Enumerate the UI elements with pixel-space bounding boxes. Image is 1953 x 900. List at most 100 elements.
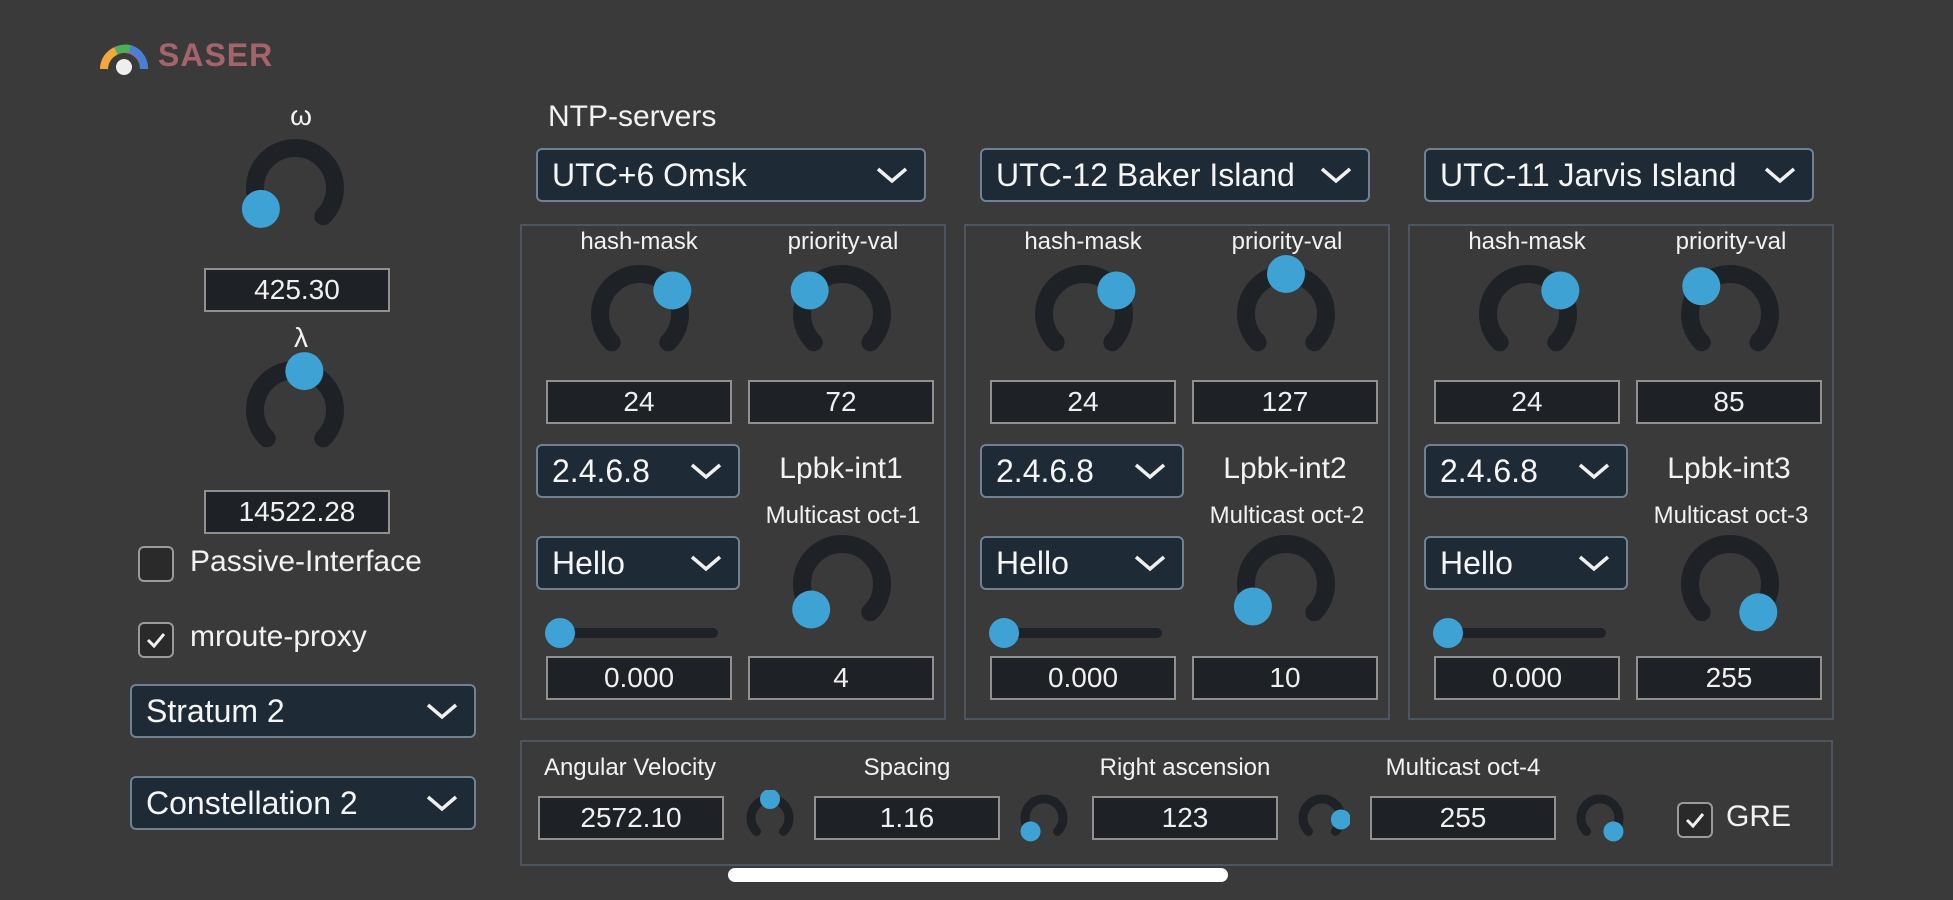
server-1-priority-knob[interactable] xyxy=(782,254,902,374)
server-3-zone-selected: UTC-11 Jarvis Island xyxy=(1440,156,1737,193)
chevron-down-icon xyxy=(1134,555,1166,572)
omega-knob[interactable] xyxy=(235,128,355,248)
server-3-slider-thumb[interactable] xyxy=(1433,618,1463,648)
server-2-multicast-field[interactable]: 10 xyxy=(1192,656,1378,700)
stratum-selected: Stratum 2 xyxy=(146,692,285,729)
server-3-priority-label: priority-val xyxy=(1675,228,1787,255)
knob-thumb[interactable] xyxy=(285,352,324,391)
knob-thumb[interactable] xyxy=(1330,809,1350,830)
chevron-down-icon xyxy=(1764,167,1796,184)
server-1-hello-dropdown[interactable]: Hello xyxy=(536,536,740,590)
knob-thumb[interactable] xyxy=(241,189,280,228)
server-1-zone-dropdown[interactable]: UTC+6 Omsk xyxy=(536,148,926,202)
server-2-slider-field[interactable]: 0.000 xyxy=(990,656,1176,700)
chevron-down-icon xyxy=(426,703,458,720)
angular-velocity-label: Angular Velocity xyxy=(543,754,717,781)
app-logo: SASER xyxy=(96,30,273,80)
server-1-slider-thumb[interactable] xyxy=(545,618,575,648)
chevron-down-icon xyxy=(1134,463,1166,480)
multicast-oct4-knob[interactable] xyxy=(1572,790,1628,846)
lambda-value-field[interactable]: 14522.28 xyxy=(204,490,390,534)
spacing-field[interactable]: 1.16 xyxy=(814,796,1000,840)
knob-thumb[interactable] xyxy=(792,590,831,629)
mroute-proxy-label: mroute-proxy xyxy=(190,620,367,653)
server-3-ip-dropdown[interactable]: 2.4.6.8 xyxy=(1424,444,1628,498)
mroute-proxy-checkbox[interactable] xyxy=(138,622,174,658)
passive-interface-checkbox[interactable] xyxy=(138,546,174,582)
server-3-slider-track[interactable] xyxy=(1448,628,1606,638)
server-3-slider-field[interactable]: 0.000 xyxy=(1434,656,1620,700)
server-3-hash-knob[interactable] xyxy=(1468,254,1588,374)
server-1-hash-knob[interactable] xyxy=(580,254,700,374)
knob-thumb[interactable] xyxy=(1267,255,1305,293)
server-2-ip-dropdown[interactable]: 2.4.6.8 xyxy=(980,444,1184,498)
server-3-hello-dropdown[interactable]: Hello xyxy=(1424,536,1628,590)
server-3-priority-field[interactable]: 85 xyxy=(1636,380,1822,424)
horizontal-scrollbar[interactable] xyxy=(728,868,1228,882)
server-3-ip-selected: 2.4.6.8 xyxy=(1440,452,1538,489)
server-1-multicast-knob[interactable] xyxy=(782,524,902,644)
server-2-hash-knob[interactable] xyxy=(1024,254,1144,374)
server-2-slider-thumb[interactable] xyxy=(989,618,1019,648)
server-2-zone-selected: UTC-12 Baker Island xyxy=(996,156,1295,193)
knob-thumb[interactable] xyxy=(1541,271,1580,310)
server-3-zone-dropdown[interactable]: UTC-11 Jarvis Island xyxy=(1424,148,1814,202)
spacing-label: Spacing xyxy=(863,754,951,781)
knob-thumb[interactable] xyxy=(1739,593,1778,632)
server-1-ip-selected: 2.4.6.8 xyxy=(552,452,650,489)
knob-thumb[interactable] xyxy=(1603,821,1624,842)
lambda-knob[interactable] xyxy=(235,350,355,470)
server-1-slider-track[interactable] xyxy=(560,628,718,638)
ntp-servers-title: NTP-servers xyxy=(548,100,717,133)
right-ascension-knob[interactable] xyxy=(1294,790,1350,846)
server-1-hash-field[interactable]: 24 xyxy=(546,380,732,424)
multicast-oct4-label: Multicast oct-4 xyxy=(1385,754,1541,781)
server-3-priority-knob[interactable] xyxy=(1670,254,1790,374)
knob-thumb[interactable] xyxy=(653,271,692,310)
server-2-priority-knob[interactable] xyxy=(1226,254,1346,374)
server-2-priority-label: priority-val xyxy=(1231,228,1343,255)
server-3-multicast-field[interactable]: 255 xyxy=(1636,656,1822,700)
gre-checkbox[interactable] xyxy=(1677,802,1713,838)
constellation-dropdown[interactable]: Constellation 2 xyxy=(130,776,476,830)
knob-thumb[interactable] xyxy=(1233,587,1272,626)
angular-velocity-knob[interactable] xyxy=(742,790,798,846)
knob-thumb[interactable] xyxy=(1097,271,1136,310)
server-3-multicast-knob[interactable] xyxy=(1670,524,1790,644)
knob-thumb[interactable] xyxy=(760,790,780,809)
knob-thumb[interactable] xyxy=(790,271,829,310)
omega-value-field[interactable]: 425.30 xyxy=(204,268,390,312)
server-1-hello-selected: Hello xyxy=(552,544,625,581)
server-2-hash-field[interactable]: 24 xyxy=(990,380,1176,424)
server-2-multicast-knob[interactable] xyxy=(1226,524,1346,644)
angular-velocity-field[interactable]: 2572.10 xyxy=(538,796,724,840)
server-3-hash-label: hash-mask xyxy=(1468,228,1586,255)
logo-text: SASER xyxy=(158,36,274,73)
spacing-knob[interactable] xyxy=(1016,790,1072,846)
server-1-slider-field[interactable]: 0.000 xyxy=(546,656,732,700)
server-2-zone-dropdown[interactable]: UTC-12 Baker Island xyxy=(980,148,1370,202)
server-2-priority-field[interactable]: 127 xyxy=(1192,380,1378,424)
server-1-ip-dropdown[interactable]: 2.4.6.8 xyxy=(536,444,740,498)
chevron-down-icon xyxy=(876,167,908,184)
knob-thumb[interactable] xyxy=(1682,267,1721,306)
server-3-hash-field[interactable]: 24 xyxy=(1434,380,1620,424)
server-1-priority-label: priority-val xyxy=(787,228,899,255)
right-ascension-field[interactable]: 123 xyxy=(1092,796,1278,840)
server-1-priority-field[interactable]: 72 xyxy=(748,380,934,424)
chevron-down-icon xyxy=(690,463,722,480)
stratum-dropdown[interactable]: Stratum 2 xyxy=(130,684,476,738)
server-2-lpbk-label: Lpbk-int2 xyxy=(1223,452,1347,485)
server-2-hello-dropdown[interactable]: Hello xyxy=(980,536,1184,590)
checkmark-icon xyxy=(146,633,166,649)
server-1-multicast-field[interactable]: 4 xyxy=(748,656,934,700)
server-2-slider-track[interactable] xyxy=(1004,628,1162,638)
server-2-hash-label: hash-mask xyxy=(1024,228,1142,255)
server-3-lpbk-label: Lpbk-int3 xyxy=(1667,452,1791,485)
server-1-hash-label: hash-mask xyxy=(580,228,698,255)
checkmark-icon xyxy=(1685,813,1705,829)
knob-thumb[interactable] xyxy=(1020,821,1041,842)
multicast-oct4-field[interactable]: 255 xyxy=(1370,796,1556,840)
server-3-hello-selected: Hello xyxy=(1440,544,1513,581)
server-2-ip-selected: 2.4.6.8 xyxy=(996,452,1094,489)
